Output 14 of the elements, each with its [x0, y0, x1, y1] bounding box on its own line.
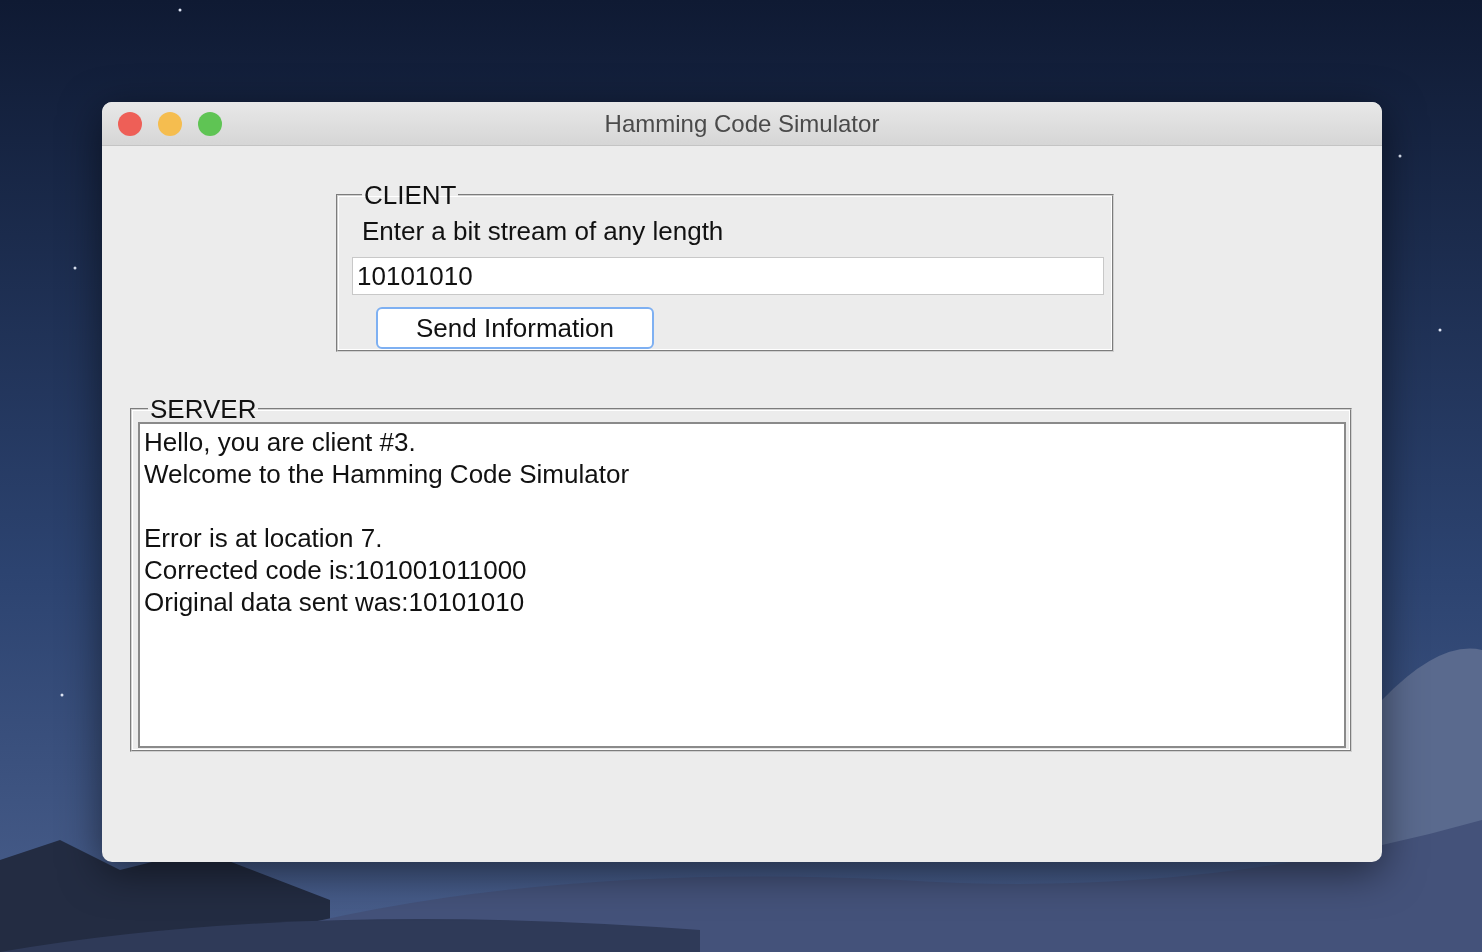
input-field[interactable]: 10101010 — [352, 257, 1104, 295]
message-line: Hello, you are client #3. — [144, 427, 416, 457]
prompt-label: Enter a bit stream of any length — [362, 216, 724, 246]
window-title: Hamming Code Simulator — [604, 110, 880, 137]
message-line: Corrected code is:101001011000 — [144, 555, 527, 585]
minimize-button[interactable] — [158, 112, 182, 136]
message-line: Welcome to the Hamming Code Simulator — [144, 459, 630, 489]
send-button[interactable]: Send Information — [376, 307, 654, 349]
message-line: Error is at location 7. — [144, 523, 383, 553]
message-line: Original data sent was:10101010 — [144, 587, 525, 617]
zoom-button[interactable] — [198, 112, 222, 136]
panel-title: CLIENT — [363, 182, 458, 208]
close-button[interactable] — [118, 112, 142, 136]
panel-title: SERVER — [149, 396, 258, 422]
